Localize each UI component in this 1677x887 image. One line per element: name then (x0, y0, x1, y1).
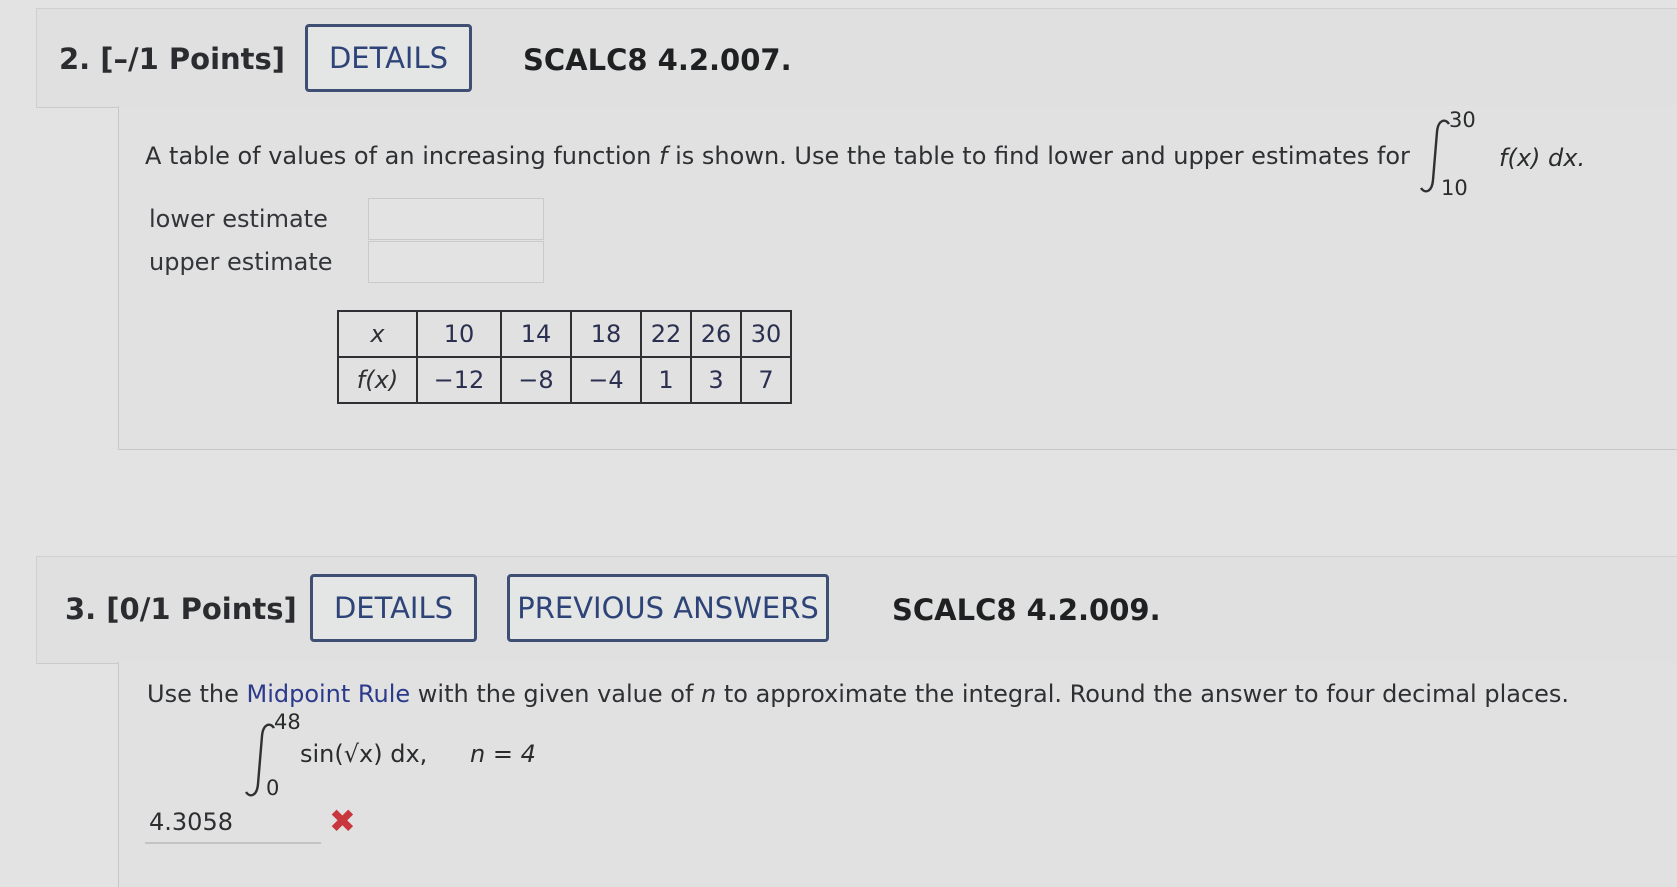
question-3-prompt: Use the Midpoint Rule with the given val… (147, 680, 1570, 708)
table-cell: 30 (740, 310, 792, 358)
incorrect-x-icon: ✖ (329, 802, 356, 840)
previous-answers-button[interactable]: PREVIOUS ANSWERS (507, 574, 829, 642)
question-2-points: 2. [–/1 Points] (59, 42, 286, 76)
upper-estimate-label: upper estimate (149, 248, 333, 276)
table-header-fx: f(x) (337, 356, 418, 404)
integral-integrand: f(x) dx. (1499, 144, 1586, 172)
table-cell: 1 (640, 356, 692, 404)
question-3-integral: 48 0 sin(√x) dx, n = 4 (244, 710, 564, 804)
question-3-points: 3. [0/1 Points] (65, 592, 297, 626)
table-cell: 22 (640, 310, 692, 358)
integral-integrand: sin(√x) dx, (300, 740, 428, 768)
table-cell: 7 (740, 356, 792, 404)
midpoint-rule-link[interactable]: Midpoint Rule (246, 680, 410, 708)
details-button-q3[interactable]: DETAILS (310, 574, 477, 642)
table-row: f(x) −12 −8 −4 1 3 7 (337, 356, 792, 404)
question-3-body: Use the Midpoint Rule with the given val… (118, 662, 1677, 887)
integral-lower-limit: 0 (266, 776, 280, 800)
integral-upper-limit: 30 (1449, 108, 1476, 132)
table-cell: −12 (416, 356, 502, 404)
n-value: n = 4 (470, 740, 536, 768)
question-2-prompt: A table of values of an increasing funct… (145, 142, 1410, 170)
lower-estimate-input[interactable] (368, 198, 544, 240)
table-cell: −8 (500, 356, 572, 404)
integral-upper-limit: 48 (274, 710, 301, 734)
table-row: x 10 14 18 22 26 30 (337, 310, 792, 358)
question-2-integral: 30 10 f(x) dx. (1419, 108, 1619, 200)
upper-estimate-input[interactable] (368, 241, 544, 283)
table-header-x: x (337, 310, 418, 358)
table-cell: −4 (570, 356, 642, 404)
question-2-body: A table of values of an increasing funct… (118, 106, 1677, 450)
question-3-header: 3. [0/1 Points] DETAILS PREVIOUS ANSWERS… (36, 556, 1677, 664)
answer-value: 4.3058 (149, 808, 233, 836)
table-cell: 14 (500, 310, 572, 358)
lower-estimate-label: lower estimate (149, 205, 328, 233)
details-button-q2[interactable]: DETAILS (305, 24, 472, 92)
table-cell: 3 (690, 356, 742, 404)
question-2-reference: SCALC8 4.2.007. (523, 43, 792, 77)
values-table: x 10 14 18 22 26 30 f(x) −12 −8 −4 1 3 7 (337, 310, 792, 404)
answer-field[interactable]: 4.3058 (145, 804, 321, 844)
table-cell: 10 (416, 310, 502, 358)
table-cell: 26 (690, 310, 742, 358)
integral-lower-limit: 10 (1441, 176, 1468, 200)
question-2-header: 2. [–/1 Points] DETAILS SCALC8 4.2.007. (36, 8, 1677, 108)
question-3-reference: SCALC8 4.2.009. (892, 593, 1161, 627)
table-cell: 18 (570, 310, 642, 358)
